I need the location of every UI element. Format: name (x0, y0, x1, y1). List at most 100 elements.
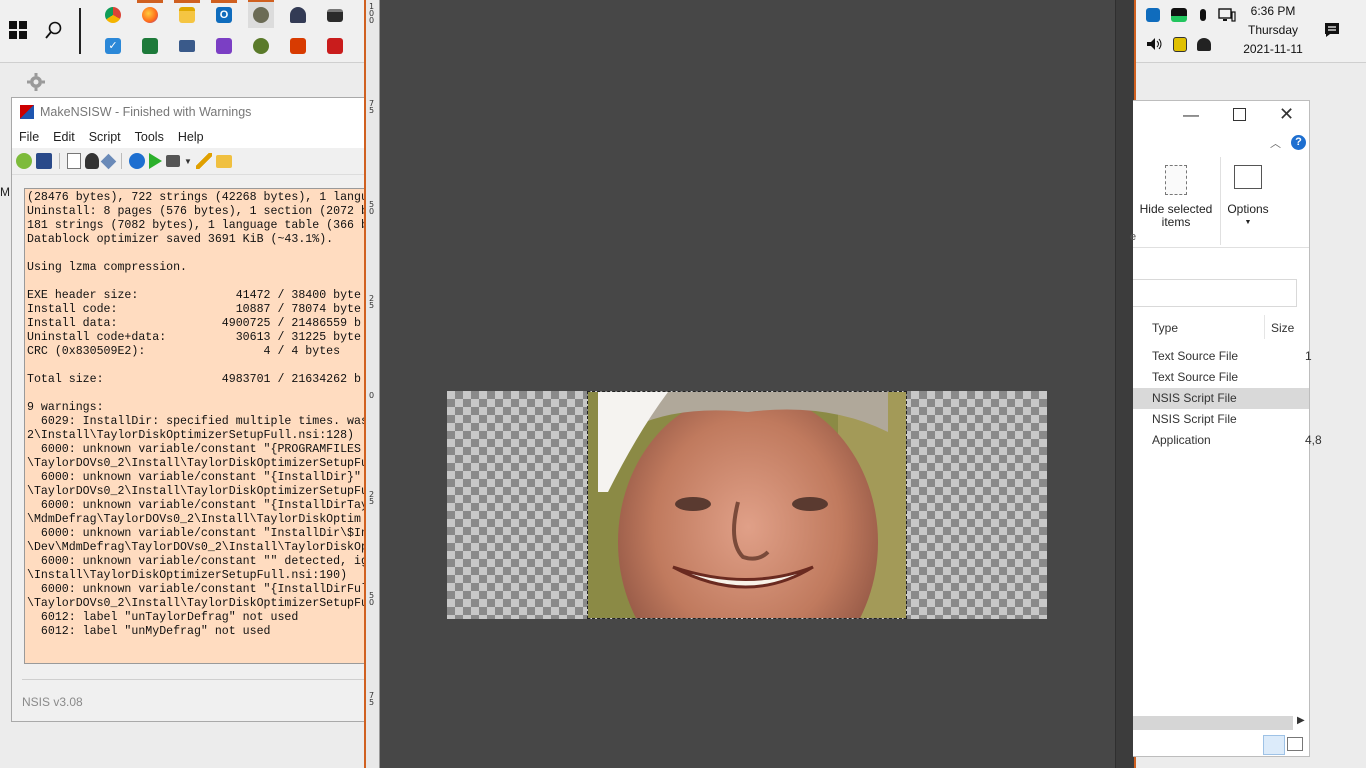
log-line: Install data: 4900725 / 21486559 b (27, 317, 361, 330)
file-size: 4,8 (1305, 433, 1322, 447)
word-tray-icon[interactable] (1167, 31, 1193, 57)
compressor-icon[interactable] (166, 155, 180, 167)
file-row[interactable]: Text Source File (1133, 367, 1309, 388)
file-type: NSIS Script File (1152, 391, 1237, 405)
compile-log[interactable]: (28476 bytes), 722 strings (42268 bytes)… (24, 188, 365, 664)
options-button[interactable]: Options ▼ (1223, 165, 1273, 229)
file-row[interactable]: Text Source File 1 (1133, 346, 1312, 367)
log-line: Uninstall: 8 pages (576 bytes), 1 sectio… (27, 205, 365, 218)
search-icon[interactable] (41, 17, 67, 43)
ribbon-separator (1220, 157, 1221, 245)
office-icon[interactable] (285, 33, 311, 59)
outlook-icon[interactable]: O (211, 2, 237, 28)
log-line: 9 warnings: (27, 401, 104, 414)
gimp-icon[interactable] (248, 2, 274, 28)
hide-selected-label: Hide selected items (1139, 202, 1213, 229)
file-type: Text Source File (1152, 370, 1239, 384)
face-photo-selection[interactable] (587, 391, 907, 619)
maximize-button[interactable] (1233, 108, 1246, 121)
column-divider[interactable] (1264, 315, 1265, 339)
notification-center-icon[interactable] (1319, 17, 1345, 43)
recompile-icon[interactable] (129, 153, 145, 169)
usb-device-icon[interactable] (1191, 31, 1217, 57)
firefox-icon[interactable] (137, 2, 163, 28)
window-title-bar[interactable]: MakeNSISW - Finished with Warnings (12, 98, 365, 126)
menu-tools[interactable]: Tools (128, 130, 171, 144)
log-line: 6000: unknown variable/constant "{Instal… (27, 583, 365, 596)
system-clock[interactable]: 6:36 PM Thursday 2021-11-11 (1237, 2, 1309, 59)
search-box[interactable] (1133, 279, 1297, 307)
column-header-size[interactable]: Size (1271, 321, 1294, 335)
menu-file[interactable]: File (12, 130, 46, 144)
help-symbol: ? (1295, 136, 1302, 148)
log-line: Total size: 4983701 / 21634262 b (27, 373, 361, 386)
todo-icon[interactable]: ✓ (100, 33, 126, 59)
open-script-icon[interactable] (16, 153, 32, 169)
clock-day: Thursday (1247, 23, 1299, 37)
close-button[interactable]: ✕ (1279, 104, 1294, 125)
log-line: \TaylorDOVs0_2\Install\TaylorDiskOptimiz… (27, 457, 365, 470)
column-header-type[interactable]: Type (1152, 321, 1178, 335)
palm-icon[interactable] (248, 33, 274, 59)
ruler-label: 7 5 (369, 691, 375, 707)
ribbon-bottom-border (1133, 247, 1309, 248)
menu-help[interactable]: Help (171, 130, 211, 144)
find-icon[interactable] (85, 153, 99, 169)
dropdown-arrow-icon[interactable]: ▼ (184, 157, 192, 166)
log-line: Datablock optimizer saved 3691 KiB (~43.… (27, 233, 334, 246)
chrome-icon[interactable] (100, 2, 126, 28)
log-line: 6000: unknown variable/constant "{Instal… (27, 471, 361, 484)
menu-edit[interactable]: Edit (46, 130, 82, 144)
toolbar-separator (121, 153, 122, 169)
log-line: 6000: unknown variable/constant "{Instal… (27, 499, 365, 512)
log-line: Uninstall code+data: 30613 / 31225 byte (27, 331, 361, 344)
makensisw-window: MakeNSISW - Finished with Warnings File … (11, 97, 365, 722)
log-line: \MdmDefrag\TaylorDOVs0_2\Install\TaylorD… (27, 513, 361, 526)
ruler-label: 7 5 (369, 99, 375, 115)
partial-text: M (0, 185, 10, 199)
settings-gear-icon[interactable] (26, 72, 46, 92)
ruler-label: 5 0 (369, 591, 375, 607)
file-explorer-icon[interactable] (174, 2, 200, 28)
scroll-right-icon[interactable]: ▶ (1297, 715, 1305, 726)
file-row[interactable]: Application 4,8 (1133, 430, 1322, 451)
copy-icon[interactable] (67, 153, 81, 169)
log-line: CRC (0x830509E2): 4 / 4 bytes (27, 345, 341, 358)
log-line: 6000: unknown variable/constant "" detec… (27, 555, 365, 568)
collapse-ribbon-icon[interactable]: ︿ (1270, 135, 1281, 151)
details-view-icon[interactable] (1263, 735, 1285, 755)
outlook-tray-icon[interactable] (1140, 2, 1166, 28)
test-installer-icon[interactable] (149, 153, 162, 169)
battery-green-icon[interactable] (1166, 2, 1192, 28)
help-icon[interactable]: ? (1291, 135, 1306, 150)
remote-desktop-icon[interactable] (174, 33, 200, 59)
hide-selected-items-button[interactable]: Hide selected items (1139, 165, 1213, 229)
ruler-label: 2 5 (369, 294, 375, 310)
gaming-icon[interactable] (285, 2, 311, 28)
excel-icon[interactable] (137, 33, 163, 59)
save-icon[interactable] (36, 153, 52, 169)
hide-selected-icon (1165, 165, 1187, 195)
nsis-app-icon (20, 105, 34, 119)
file-size: 1 (1305, 349, 1312, 363)
acrobat-icon[interactable] (322, 33, 348, 59)
horizontal-scrollbar-thumb[interactable] (1133, 716, 1293, 730)
log-line: 6029: InstallDir: specified multiple tim… (27, 415, 365, 428)
large-icons-view-icon[interactable] (1287, 737, 1303, 751)
file-row-selected[interactable]: NSIS Script File (1133, 388, 1309, 409)
log-line: 6000: unknown variable/constant "{PROGRA… (27, 443, 361, 456)
microphone-icon[interactable] (1190, 2, 1216, 28)
menu-script[interactable]: Script (82, 130, 128, 144)
visual-studio-icon[interactable] (211, 33, 237, 59)
edit-script-icon[interactable] (195, 153, 212, 169)
file-row[interactable]: NSIS Script File (1133, 409, 1309, 430)
image-editor-canvas-area[interactable] (364, 0, 1133, 768)
clock-time: 6:36 PM (1250, 4, 1296, 18)
windows-start-icon[interactable] (5, 17, 31, 43)
clear-log-icon[interactable] (100, 153, 117, 169)
volume-icon[interactable] (1142, 31, 1168, 57)
minimize-button[interactable]: — (1183, 107, 1199, 125)
browse-folder-icon[interactable] (215, 154, 232, 168)
printer-icon[interactable] (322, 2, 348, 28)
